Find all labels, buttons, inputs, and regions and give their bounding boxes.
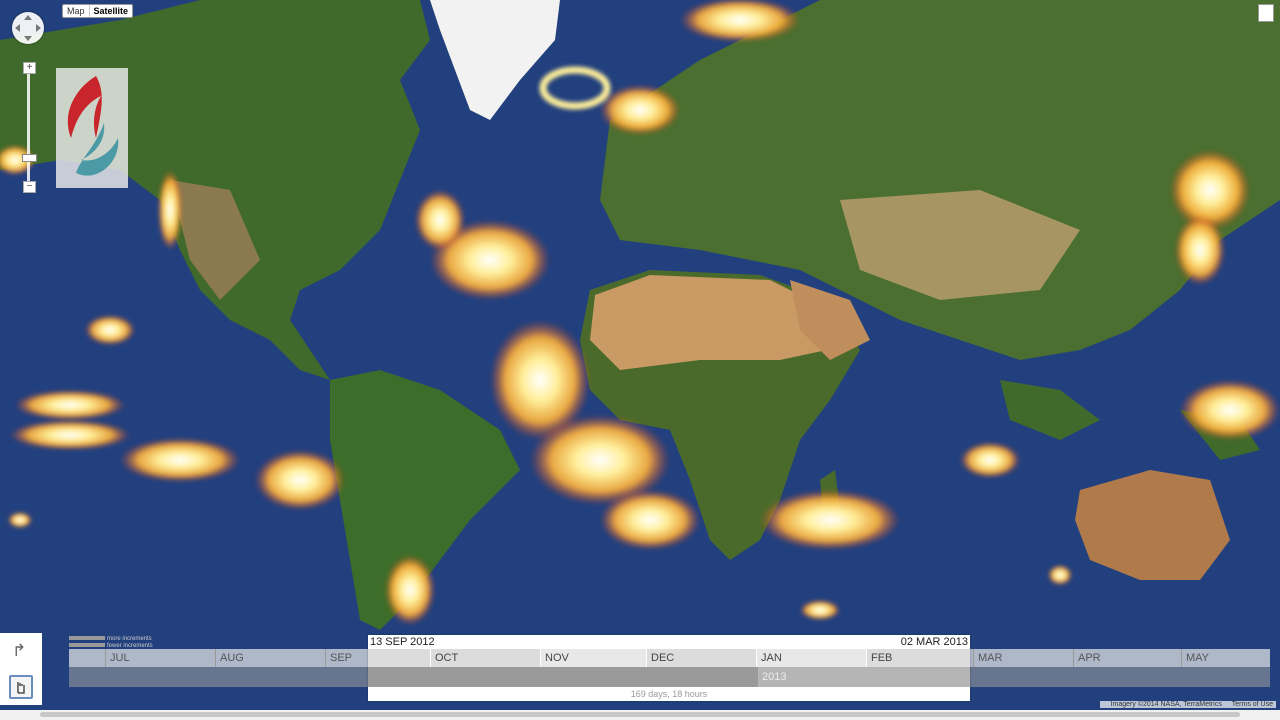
timeline-month[interactable]: AUG — [215, 649, 325, 667]
more-increments-icon[interactable] — [69, 636, 105, 641]
imagery-credit: Imagery ©2014 NASA, TerraMetrics — [1110, 701, 1222, 708]
selection-end-date: 02 MAR 2013 — [900, 636, 968, 648]
map-type-map-button[interactable]: Map — [63, 5, 89, 17]
selection-months: OCT NOV DEC JAN FEB — [368, 649, 970, 667]
timeline-month[interactable]: JUL — [105, 649, 215, 667]
map-type-satellite-button[interactable]: Satellite — [88, 5, 133, 17]
timeline-month[interactable]: MAY — [1181, 649, 1270, 667]
satellite-map[interactable] — [0, 0, 1280, 720]
hand-tool-button[interactable] — [9, 675, 33, 699]
terms-of-use-link[interactable]: Terms of Use — [1232, 701, 1273, 708]
timeline-month[interactable]: JAN — [756, 649, 866, 667]
map-type-toggle: Map Satellite — [62, 4, 134, 18]
pan-left-icon[interactable] — [15, 24, 20, 32]
logo-panel — [56, 68, 128, 188]
pan-down-icon[interactable] — [24, 36, 32, 41]
timeline-selection[interactable]: 13 SEP 2012 02 MAR 2013 OCT NOV DEC JAN … — [368, 635, 970, 701]
selection-duration: 169 days, 18 hours — [630, 689, 708, 699]
zoom-slider-track[interactable] — [27, 73, 30, 181]
zoom-in-button[interactable]: + — [23, 62, 36, 74]
timeline-month[interactable]: NOV — [540, 649, 646, 667]
timeline-month[interactable]: FEB — [866, 649, 970, 667]
more-increments-label[interactable]: more increments — [107, 636, 152, 642]
zoom-slider-thumb[interactable] — [22, 154, 37, 162]
map-attribution: Imagery ©2014 NASA, TerraMetrics Terms o… — [1099, 701, 1276, 708]
timeline-month[interactable]: OCT — [430, 649, 540, 667]
timeline-month[interactable]: MAR — [973, 649, 1073, 667]
brand-logo-icon — [67, 76, 119, 176]
pan-control[interactable] — [12, 12, 44, 44]
map-canvas — [0, 0, 1280, 720]
share-arrow-icon[interactable]: ↱ — [12, 641, 26, 661]
selection-start-date: 13 SEP 2012 — [370, 636, 435, 648]
fullscreen-button[interactable] — [1258, 4, 1274, 22]
zoom-out-button[interactable]: − — [23, 181, 36, 193]
horizontal-scrollbar[interactable] — [0, 710, 1280, 720]
timeline-month[interactable]: APR — [1073, 649, 1181, 667]
selection-years: 2013 — [368, 667, 970, 687]
fewer-increments-icon[interactable] — [69, 643, 105, 648]
hand-cursor-icon — [17, 682, 25, 694]
tool-panel: ↱ — [0, 633, 42, 705]
timeline-year[interactable]: 2013 — [758, 667, 970, 687]
pan-right-icon[interactable] — [36, 24, 41, 32]
scrollbar-thumb[interactable] — [40, 712, 1240, 717]
pan-up-icon[interactable] — [24, 15, 32, 20]
timeline-month[interactable]: DEC — [646, 649, 756, 667]
